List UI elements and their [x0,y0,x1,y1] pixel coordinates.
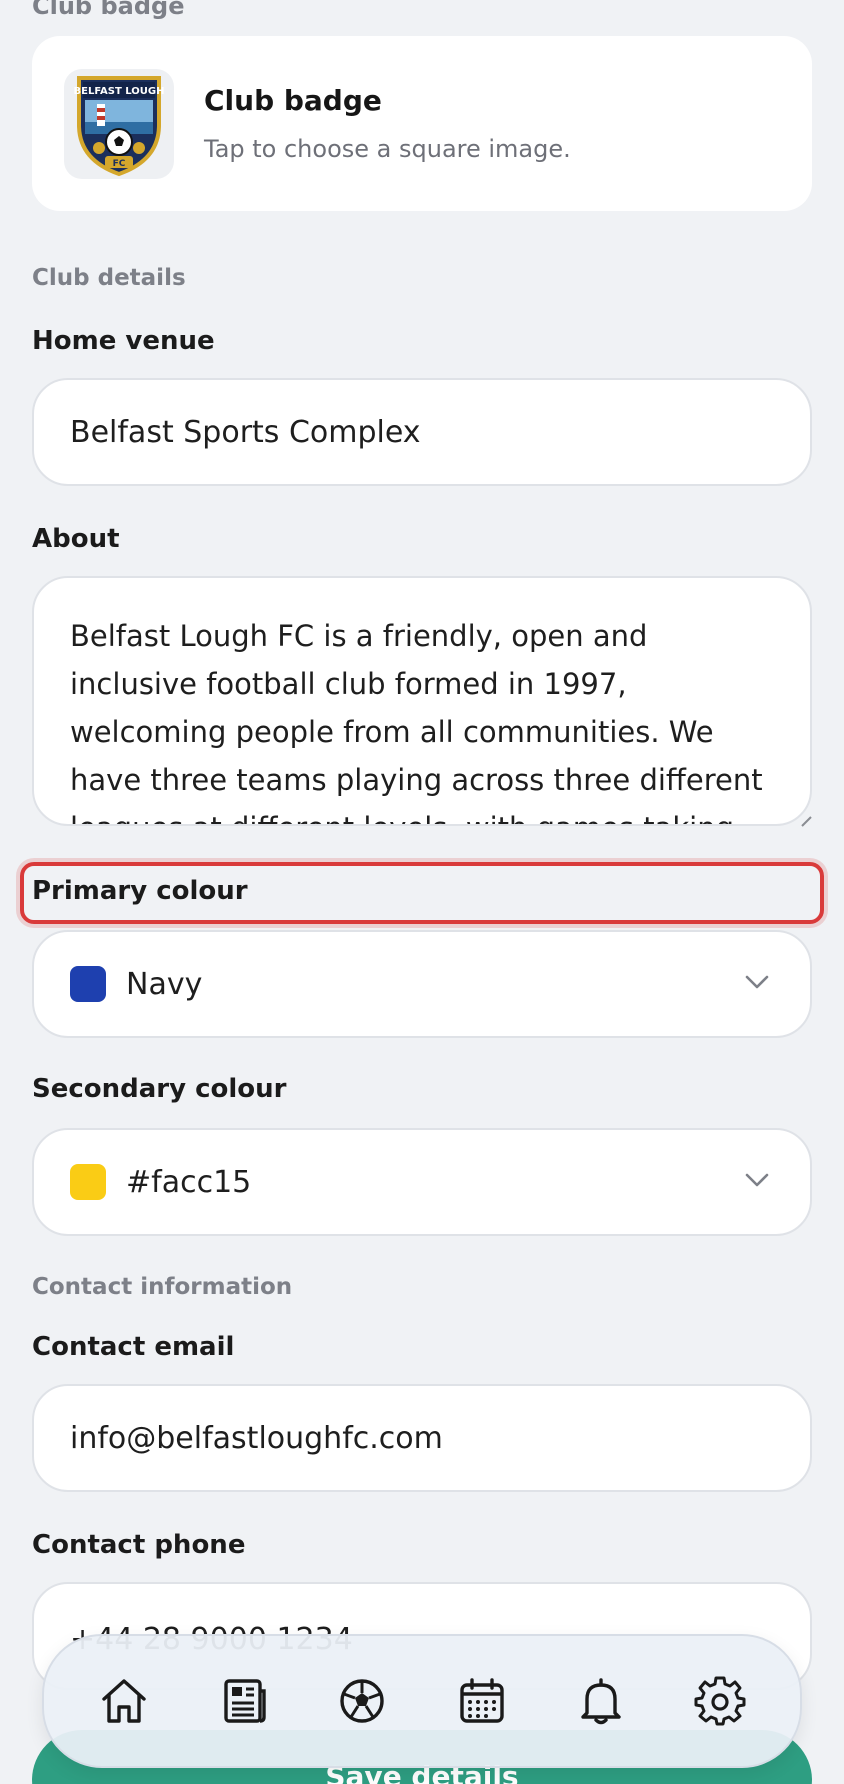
primary-colour-label: Primary colour [32,876,248,906]
crest-text-top: BELFAST LOUGH [74,86,165,97]
section-title-club-badge: Club badge [32,0,185,20]
contact-phone-label: Contact phone [32,1530,246,1560]
primary-colour-select[interactable]: Navy [32,930,812,1038]
tab-settings[interactable] [680,1661,760,1741]
club-crest-icon: BELFAST LOUGH FC [74,75,165,176]
tab-home[interactable] [84,1661,164,1741]
secondary-colour-label: Secondary colour [32,1074,287,1104]
contact-email-input[interactable]: info@belfastloughfc.com [32,1384,812,1492]
primary-colour-swatch [70,966,106,1002]
about-label: About [32,524,120,554]
secondary-colour-value: #facc15 [126,1164,252,1200]
club-badge-card[interactable]: BELFAST LOUGH FC Club badge Tap to choos… [32,36,812,211]
tab-news[interactable] [203,1661,283,1741]
about-value: Belfast Lough FC is a friendly, open and… [70,619,763,824]
bell-icon [581,1678,621,1725]
home-venue-label: Home venue [32,326,215,356]
tab-calendar[interactable] [442,1661,522,1741]
about-textarea[interactable]: Belfast Lough FC is a friendly, open and… [32,576,812,826]
chevron-down-icon [744,1172,770,1192]
tab-notifications[interactable] [561,1661,641,1741]
crest-text-bottom: FC [113,159,126,169]
news-icon [224,1679,266,1723]
tab-matches[interactable] [322,1661,402,1741]
textarea-resize-handle[interactable] [800,812,812,827]
section-title-club-details: Club details [32,265,186,291]
home-venue-input[interactable]: Belfast Sports Complex [32,378,812,486]
club-badge-title: Club badge [204,84,382,117]
home-icon [101,1679,146,1723]
home-venue-value: Belfast Sports Complex [70,414,421,450]
contact-email-label: Contact email [32,1332,235,1362]
section-title-contact: Contact information [32,1274,293,1300]
calendar-icon [459,1678,504,1723]
primary-colour-value: Navy [126,966,203,1002]
secondary-colour-swatch [70,1164,106,1200]
club-badge-image[interactable]: BELFAST LOUGH FC [64,68,174,179]
football-icon [340,1679,385,1723]
settings-icon [694,1676,746,1726]
bottom-tab-bar [42,1634,802,1768]
secondary-colour-select[interactable]: #facc15 [32,1128,812,1236]
club-badge-subtitle: Tap to choose a square image. [204,135,571,163]
contact-email-value: info@belfastloughfc.com [70,1420,443,1456]
chevron-down-icon [744,974,770,994]
